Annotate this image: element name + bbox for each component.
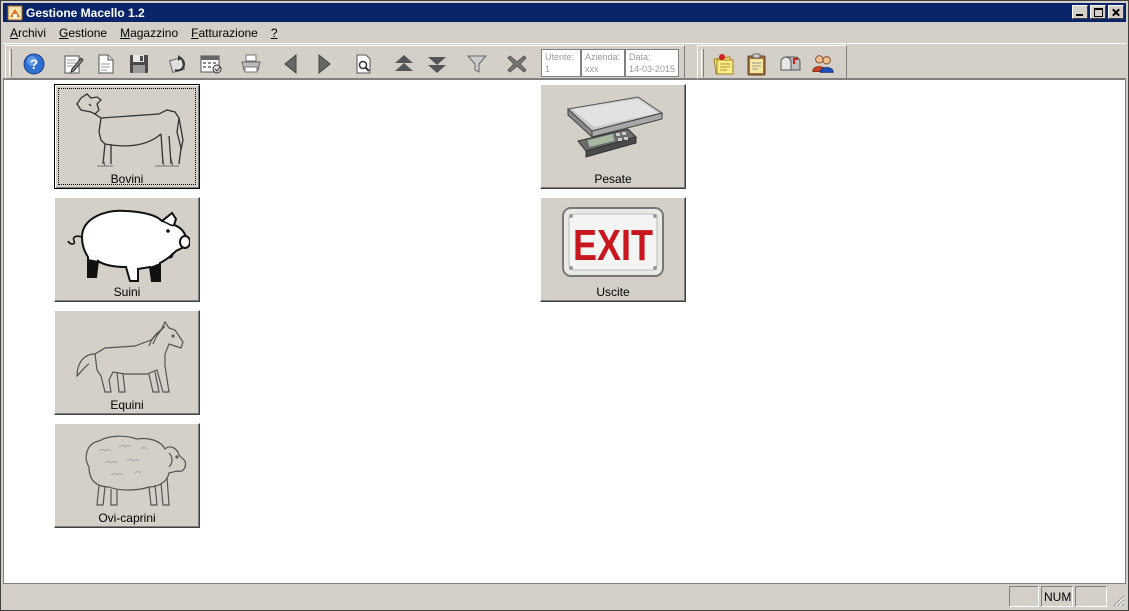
pesate-button[interactable]: Pesate [540,84,686,189]
bovini-button[interactable]: Bovini [54,84,200,189]
calendar-icon[interactable] [199,52,223,76]
app-icon[interactable] [7,5,23,21]
cow-icon [55,87,199,171]
move-down-icon[interactable] [425,52,449,76]
title-bar[interactable]: Gestione Macello 1.2 [3,3,1126,22]
pig-icon [55,200,199,284]
clipboard-icon[interactable] [745,52,769,76]
utente-value: 1 [545,64,551,74]
uscite-button[interactable]: EXIT Uscite [540,197,686,302]
horse-icon [55,313,199,397]
delete-icon[interactable] [505,52,529,76]
status-pane-num: NUM [1041,586,1073,607]
toolbar-grip-2[interactable] [701,49,704,77]
uscite-label: Uscite [596,285,630,299]
svg-text:?: ? [30,56,39,72]
pesate-label: Pesate [594,172,632,186]
previous-icon[interactable] [279,52,303,76]
status-pane-scroll [1075,586,1107,607]
preview-icon[interactable] [352,52,376,76]
maximize-button[interactable] [1090,5,1106,19]
menu-gestione[interactable]: Gestione [52,26,113,40]
ovicaprini-button[interactable]: Ovi-caprini [54,423,200,528]
menu-help[interactable]: ? [264,26,284,40]
notes-icon[interactable] [712,52,736,76]
menu-archivi[interactable]: Archivi [3,26,52,40]
next-icon[interactable] [312,52,336,76]
status-pane-caps [1009,586,1039,607]
suini-button[interactable]: Suini [54,197,200,302]
print-icon[interactable] [239,52,263,76]
azienda-field: Azienda: xxx [581,49,625,77]
mailbox-icon[interactable] [778,52,802,76]
sheep-icon [55,426,199,510]
toolbar-grip[interactable] [9,49,12,77]
move-up-icon[interactable] [392,52,416,76]
close-button[interactable] [1108,5,1124,19]
save-icon[interactable] [127,52,151,76]
minimize-button[interactable] [1072,5,1088,19]
exit-sign-icon: EXIT [541,200,685,284]
window-title: Gestione Macello 1.2 [26,5,145,20]
exit-sign-text: EXIT [573,221,653,270]
new-document-icon[interactable] [94,52,118,76]
num-lock-indicator: NUM [1044,590,1072,604]
utente-field: Utente: 1 [541,49,581,77]
equini-button[interactable]: Equini [54,310,200,415]
menu-bar: Archivi Gestione Magazzino Fatturazione … [3,23,284,42]
menu-magazzino[interactable]: Magazzino [113,26,184,40]
filter-icon[interactable] [465,52,489,76]
secondary-toolbar-group [697,45,847,79]
main-content-area: Bovini Suini Equini Ovi-caprini Pesate E… [3,79,1126,584]
scale-icon [541,87,685,171]
azienda-label: Azienda: [585,52,621,62]
toolbar: ? Utente: 1 Azienda: xxx Data: 14-03-201… [3,43,1126,79]
edit-icon[interactable] [61,52,85,76]
help-icon[interactable]: ? [22,52,46,76]
bovini-label: Bovini [110,172,144,186]
utente-label: Utente: [545,52,575,62]
data-value: 14-03-2015 [629,64,676,74]
main-toolbar-group: ? Utente: 1 Azienda: xxx Data: 14-03-201… [5,45,685,79]
data-label: Data: [629,52,651,62]
menu-fatturazione[interactable]: Fatturazione [184,26,264,40]
azienda-value: xxx [585,64,599,74]
main-window: Gestione Macello 1.2 Archivi Gestione Ma… [0,0,1129,611]
ovicaprini-label: Ovi-caprini [98,511,156,525]
resize-grip-icon[interactable] [1113,595,1125,607]
users-icon[interactable] [811,52,835,76]
suini-label: Suini [113,285,141,299]
status-bar: NUM [3,586,1126,608]
data-field: Data: 14-03-2015 [625,49,679,77]
refresh-icon[interactable] [166,52,190,76]
equini-label: Equini [110,398,144,412]
